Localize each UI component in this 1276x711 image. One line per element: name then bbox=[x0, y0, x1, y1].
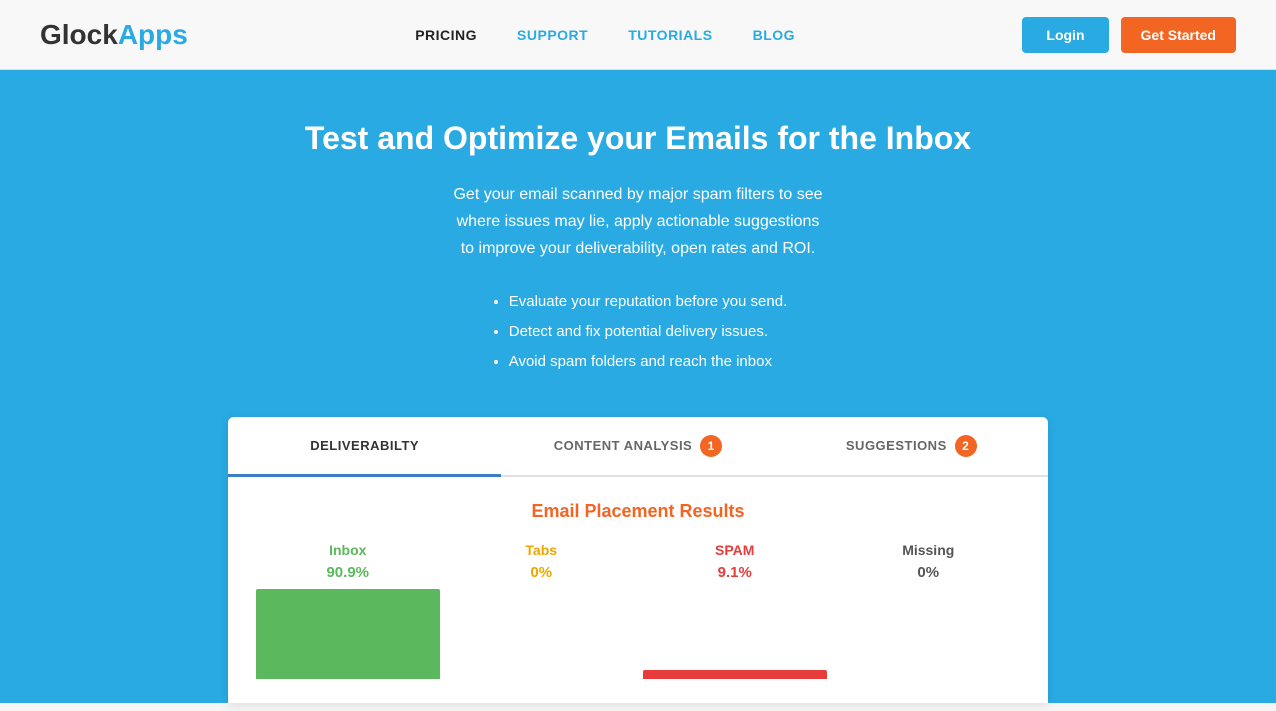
hero-bullets: Evaluate your reputation before you send… bbox=[489, 287, 788, 377]
inbox-bar-container bbox=[256, 589, 440, 679]
content-analysis-badge: 1 bbox=[700, 435, 722, 457]
spam-bar bbox=[643, 670, 827, 679]
nav-tutorials[interactable]: TUTORIALS bbox=[628, 27, 712, 43]
nav-support[interactable]: SUPPORT bbox=[517, 27, 588, 43]
column-inbox: Inbox 90.9% bbox=[256, 542, 440, 679]
get-started-button[interactable]: Get Started bbox=[1121, 17, 1236, 53]
spam-bar-container bbox=[643, 589, 827, 679]
logo[interactable]: GlockApps bbox=[40, 19, 188, 51]
logo-dark-text: Glock bbox=[40, 19, 118, 50]
bullet-1: Evaluate your reputation before you send… bbox=[509, 287, 788, 317]
missing-pct: 0% bbox=[837, 564, 1021, 581]
column-missing: Missing 0% bbox=[837, 542, 1021, 679]
nav-blog[interactable]: BLOG bbox=[753, 27, 795, 43]
inbox-label: Inbox bbox=[256, 542, 440, 558]
bullet-3: Avoid spam folders and reach the inbox bbox=[509, 347, 788, 377]
inbox-bar bbox=[256, 589, 440, 679]
missing-label: Missing bbox=[837, 542, 1021, 558]
tab-content-analysis[interactable]: CONTENT ANALYSIS 1 bbox=[501, 417, 774, 475]
spam-label: SPAM bbox=[643, 542, 827, 558]
column-tabs: Tabs 0% bbox=[450, 542, 634, 679]
inbox-pct: 90.9% bbox=[256, 564, 440, 581]
hero-section: Test and Optimize your Emails for the In… bbox=[0, 70, 1276, 703]
tab-suggestions[interactable]: SUGGESTIONS 2 bbox=[775, 417, 1048, 475]
spam-pct: 9.1% bbox=[643, 564, 827, 581]
tabs-bar-container bbox=[450, 589, 634, 679]
tabs-pct: 0% bbox=[450, 564, 634, 581]
logo-blue-text: Apps bbox=[118, 19, 188, 50]
panel: DELIVERABILTY CONTENT ANALYSIS 1 SUGGEST… bbox=[228, 417, 1048, 703]
header-buttons: Login Get Started bbox=[1022, 17, 1236, 53]
header: GlockApps PRICING SUPPORT TUTORIALS BLOG… bbox=[0, 0, 1276, 70]
panel-content: Email Placement Results Inbox 90.9% Tabs… bbox=[228, 477, 1048, 703]
bullet-2: Detect and fix potential delivery issues… bbox=[509, 317, 788, 347]
tab-deliverability[interactable]: DELIVERABILTY bbox=[228, 417, 501, 477]
section-title: Email Placement Results bbox=[256, 501, 1020, 522]
hero-title: Test and Optimize your Emails for the In… bbox=[20, 120, 1256, 157]
login-button[interactable]: Login bbox=[1022, 17, 1108, 53]
tabs-label: Tabs bbox=[450, 542, 634, 558]
column-spam: SPAM 9.1% bbox=[643, 542, 827, 679]
nav-pricing[interactable]: PRICING bbox=[415, 27, 477, 43]
main-nav: PRICING SUPPORT TUTORIALS BLOG bbox=[415, 27, 795, 43]
suggestions-badge: 2 bbox=[955, 435, 977, 457]
results-columns: Inbox 90.9% Tabs 0% SPAM 9.1% bbox=[256, 542, 1020, 679]
hero-subtitle: Get your email scanned by major spam fil… bbox=[20, 181, 1256, 263]
tabs: DELIVERABILTY CONTENT ANALYSIS 1 SUGGEST… bbox=[228, 417, 1048, 477]
missing-bar-container bbox=[837, 589, 1021, 679]
